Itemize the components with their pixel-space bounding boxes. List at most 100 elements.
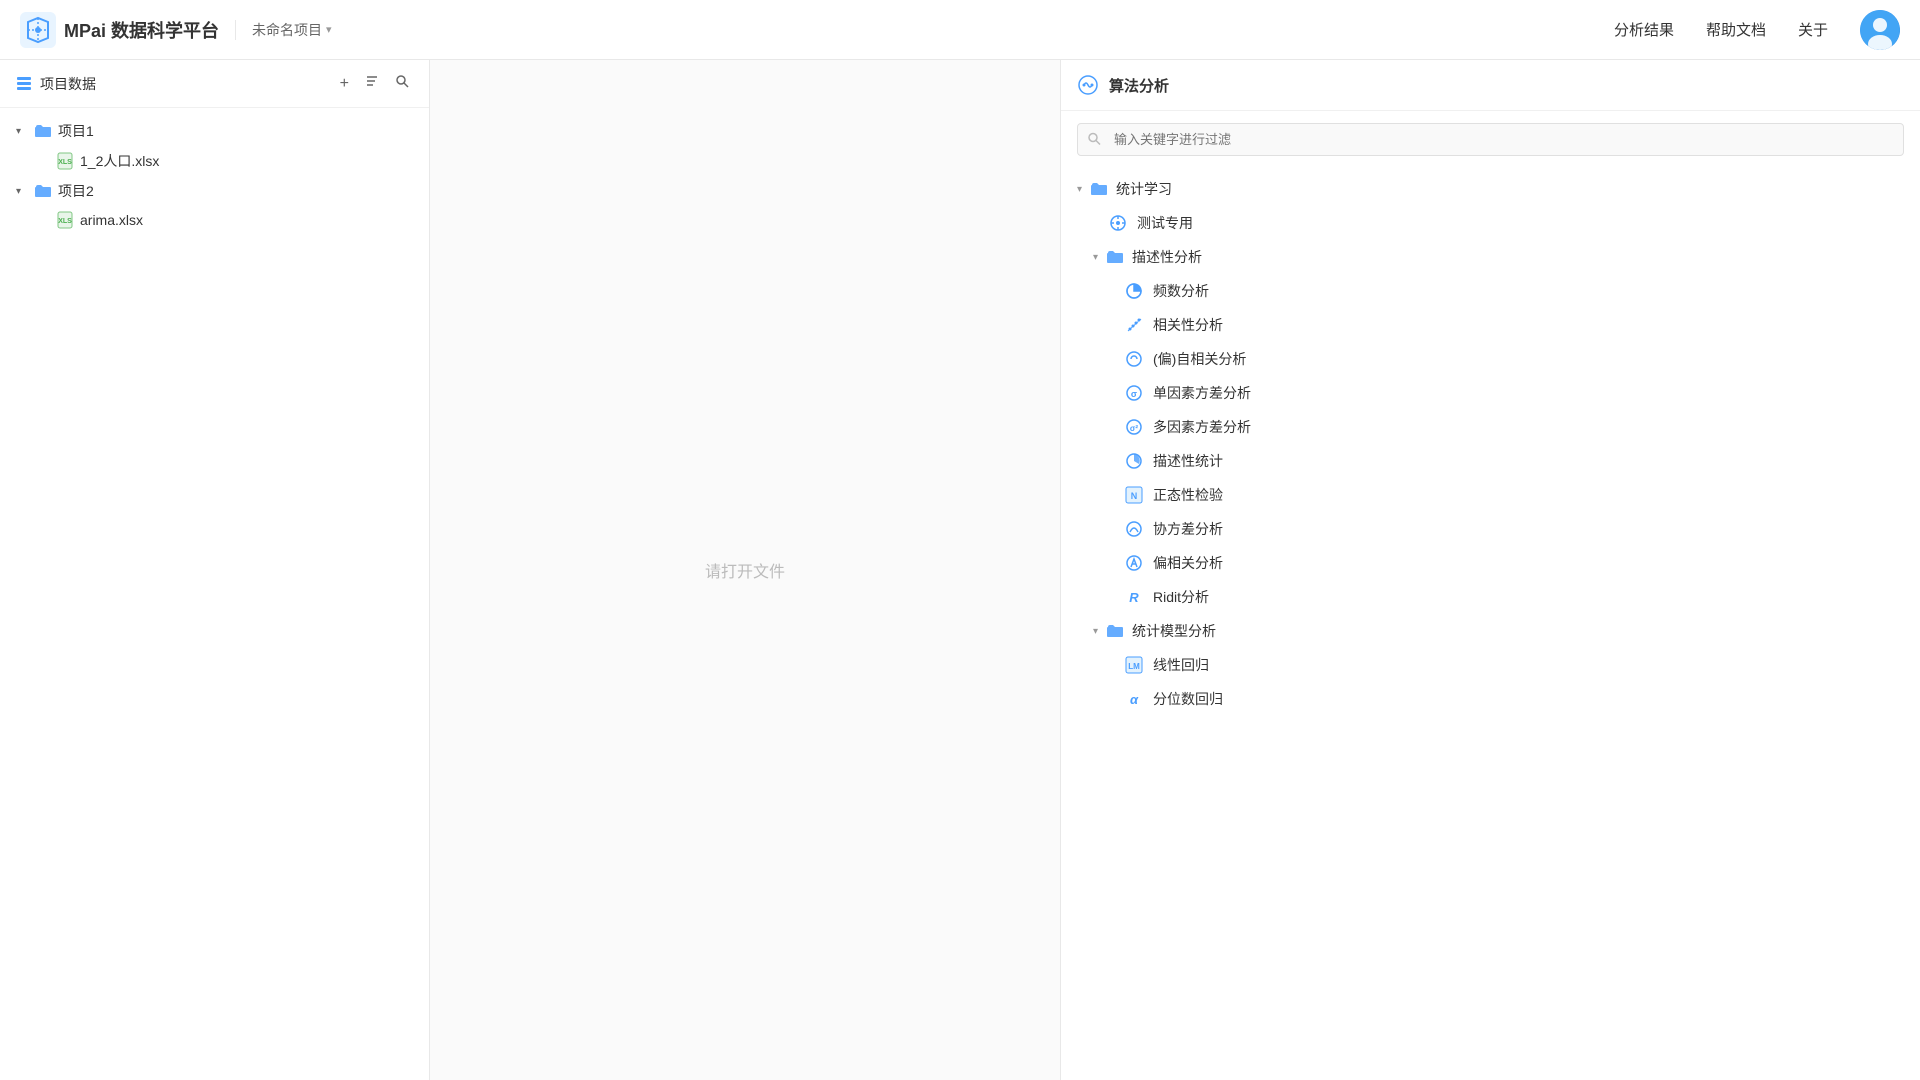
project-1-folder[interactable]: ▾ 项目1: [0, 116, 429, 146]
nav-about[interactable]: 关于: [1798, 19, 1828, 40]
algo-ridit-analysis[interactable]: R Ridit分析: [1061, 580, 1920, 614]
quantile-regression-icon: α: [1125, 690, 1143, 708]
algo-correlation-analysis[interactable]: 相关性分析: [1061, 308, 1920, 342]
nav-analysis-results[interactable]: 分析结果: [1614, 19, 1674, 40]
left-panel-title: 项目数据: [40, 74, 328, 94]
svg-text:σ²: σ²: [1130, 424, 1138, 433]
user-avatar[interactable]: [1860, 10, 1900, 50]
logo-area: MPai 数据科学平台: [20, 12, 235, 48]
add-data-button[interactable]: +: [336, 72, 353, 95]
file-arima[interactable]: XLS arima.xlsx: [40, 206, 429, 234]
algo-descriptive-stats-label: 描述性统计: [1153, 451, 1223, 471]
file-arima-label: arima.xlsx: [80, 212, 143, 228]
scatter-plot-icon: [1125, 316, 1143, 334]
left-panel: 项目数据 +: [0, 60, 430, 1080]
algo-linear-regression[interactable]: LM 线性回归: [1061, 648, 1920, 682]
folder-descriptive-label: 描述性分析: [1132, 247, 1202, 267]
sort-icon: [365, 74, 379, 88]
app-header: MPai 数据科学平台 未命名项目 ▾ 分析结果 帮助文档 关于: [0, 0, 1920, 60]
project-2-folder[interactable]: ▾ 项目2: [0, 176, 429, 206]
search-data-button[interactable]: [391, 72, 413, 95]
section-stat-learning: ▾ 统计学习 测试专用: [1061, 172, 1920, 716]
algo-quantile-regression-label: 分位数回归: [1153, 689, 1223, 709]
left-panel-header: 项目数据 +: [0, 60, 429, 108]
svg-text:σ: σ: [1131, 389, 1137, 399]
main-layout: 项目数据 +: [0, 60, 1920, 1080]
algo-tree: ▾ 统计学习 测试专用: [1061, 168, 1920, 1080]
algo-test-special-label: 测试专用: [1137, 213, 1193, 233]
app-logo-icon: [20, 12, 56, 48]
algo-quantile-regression[interactable]: α 分位数回归: [1061, 682, 1920, 716]
project-selector[interactable]: 未命名项目 ▾: [235, 20, 332, 40]
ridit-icon: R: [1125, 588, 1143, 606]
algo-partial-corr-label: 偏相关分析: [1153, 553, 1223, 573]
algo-multi-way-anova-label: 多因素方差分析: [1153, 417, 1251, 437]
project-dropdown-icon: ▾: [326, 23, 332, 36]
algo-ridit-label: Ridit分析: [1153, 587, 1209, 607]
algo-covariance-analysis[interactable]: 协方差分析: [1061, 512, 1920, 546]
svg-text:XLS: XLS: [58, 159, 72, 166]
chevron-down-icon: ▾: [16, 186, 28, 197]
partial-corr-icon: [1125, 554, 1143, 572]
folder-icon: [34, 122, 52, 140]
avatar-image: [1860, 10, 1900, 50]
search-input-icon: [1087, 131, 1101, 148]
algo-descriptive-stats[interactable]: 描述性统计: [1061, 444, 1920, 478]
folder-stat-model-analysis[interactable]: ▾ 统计模型分析: [1061, 614, 1920, 648]
project-2-children: XLS arima.xlsx: [0, 206, 429, 234]
right-panel-header: 算法分析: [1061, 60, 1920, 111]
folder-stat-model-label: 统计模型分析: [1132, 621, 1216, 641]
project-name: 未命名项目: [252, 20, 322, 40]
folder-blue-sub-icon: [1106, 248, 1124, 266]
algo-test-special[interactable]: 测试专用: [1061, 206, 1920, 240]
algo-linear-regression-label: 线性回归: [1153, 655, 1209, 675]
algo-normality-test[interactable]: N 正态性检验: [1061, 478, 1920, 512]
chevron-down-icon: ▾: [1093, 252, 1098, 263]
folder-blue-icon: [1090, 180, 1108, 198]
svg-text:XLS: XLS: [58, 218, 72, 225]
svg-text:R: R: [1129, 590, 1139, 605]
open-file-placeholder: 请打开文件: [705, 558, 785, 582]
file-1-2-population[interactable]: XLS 1_2人口.xlsx: [40, 146, 429, 176]
algo-frequency-analysis[interactable]: 频数分析: [1061, 274, 1920, 308]
chevron-down-icon: ▾: [16, 126, 28, 137]
left-panel-actions: +: [336, 72, 413, 95]
folder-descriptive-analysis[interactable]: ▾ 描述性分析: [1061, 240, 1920, 274]
pie-chart-icon: [1125, 282, 1143, 300]
folder-stat-learning[interactable]: ▾ 统计学习: [1061, 172, 1920, 206]
normality-icon: N: [1125, 486, 1143, 504]
covariance-icon: [1125, 520, 1143, 538]
sigma2-icon: σ²: [1125, 418, 1143, 436]
center-panel: 请打开文件: [430, 60, 1060, 1080]
algo-autocorrelation-analysis[interactable]: (偏)自相关分析: [1061, 342, 1920, 376]
file-1-label: 1_2人口.xlsx: [80, 151, 159, 171]
project-1-label: 项目1: [58, 121, 94, 141]
algo-search-input[interactable]: [1077, 123, 1904, 156]
project-tree: ▾ 项目1 XLS 1_2人口.xlsx ▾: [0, 108, 429, 1080]
chevron-down-icon: ▾: [1093, 626, 1098, 637]
project-2-label: 项目2: [58, 181, 94, 201]
project-1-children: XLS 1_2人口.xlsx: [0, 146, 429, 176]
algo-one-way-anova-label: 单因素方差分析: [1153, 383, 1251, 403]
svg-text:α: α: [1130, 692, 1139, 707]
right-panel: 算法分析 ▾ 统计学习: [1060, 60, 1920, 1080]
folder-blue-model-icon: [1106, 622, 1124, 640]
excel-file-icon: XLS: [56, 152, 74, 170]
search-icon: [395, 74, 409, 88]
algo-normality-label: 正态性检验: [1153, 485, 1223, 505]
folder-icon: [34, 182, 52, 200]
algo-covariance-label: 协方差分析: [1153, 519, 1223, 539]
sort-data-button[interactable]: [361, 72, 383, 95]
algo-multi-way-anova[interactable]: σ² 多因素方差分析: [1061, 410, 1920, 444]
sigma-icon: σ: [1125, 384, 1143, 402]
folder-stat-learning-label: 统计学习: [1116, 179, 1172, 199]
algo-correlation-label: 相关性分析: [1153, 315, 1223, 335]
algo-search-box: [1077, 123, 1904, 156]
nav-help-docs[interactable]: 帮助文档: [1706, 19, 1766, 40]
test-special-icon: [1109, 214, 1127, 232]
algo-partial-correlation[interactable]: 偏相关分析: [1061, 546, 1920, 580]
app-title: MPai 数据科学平台: [64, 17, 219, 43]
algo-one-way-anova[interactable]: σ 单因素方差分析: [1061, 376, 1920, 410]
descriptive-stats-icon: [1125, 452, 1143, 470]
algo-autocorrelation-label: (偏)自相关分析: [1153, 349, 1246, 369]
